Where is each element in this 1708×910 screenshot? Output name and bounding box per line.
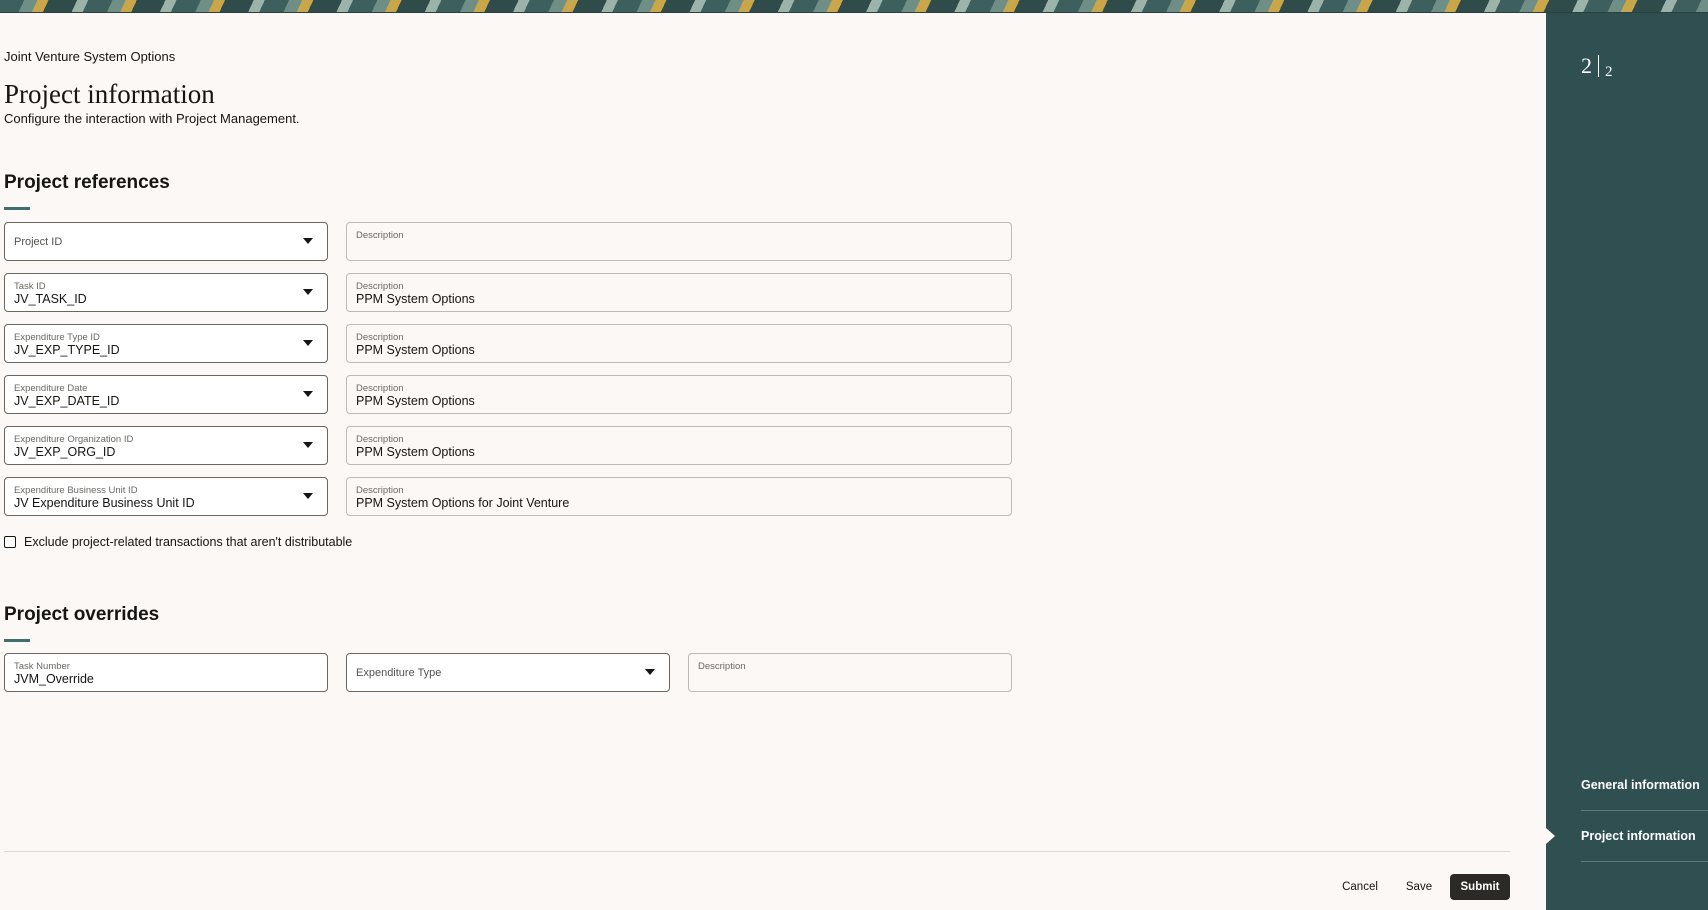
expenditure-type-id-label: Expenditure Type ID (14, 332, 100, 343)
task-number-field[interactable]: Task Number JVM_Override (4, 653, 328, 692)
description-value: PPM System Options (356, 445, 475, 459)
section-title-references: Project references (4, 172, 170, 193)
task-id-select[interactable]: Task ID JV_TASK_ID (4, 273, 328, 312)
expenditure-type-select[interactable]: Expenditure Type (346, 653, 670, 692)
expenditure-organization-description-field[interactable]: Description PPM System Options (346, 426, 1012, 465)
expenditure-organization-id-value: JV_EXP_ORG_ID (14, 445, 116, 459)
description-value: PPM System Options (356, 343, 475, 357)
section-underline (4, 207, 30, 210)
main-content: Joint Venture System Options Project inf… (0, 13, 1546, 910)
section-title-overrides: Project overrides (4, 604, 160, 625)
expenditure-business-unit-description-field[interactable]: Description PPM System Options for Joint… (346, 477, 1012, 516)
expenditure-business-unit-id-label: Expenditure Business Unit ID (14, 485, 138, 496)
description-value: PPM System Options (356, 394, 475, 408)
save-button[interactable]: Save (1398, 874, 1440, 900)
expenditure-type-description-field[interactable]: Description PPM System Options (346, 324, 1012, 363)
rail-divider (1581, 810, 1708, 811)
chevron-down-icon[interactable] (303, 442, 313, 448)
project-description-field[interactable]: Description (346, 222, 1012, 261)
task-description-field[interactable]: Description PPM System Options (346, 273, 1012, 312)
expenditure-business-unit-id-value: JV Expenditure Business Unit ID (14, 496, 195, 510)
expenditure-business-unit-id-select[interactable]: Expenditure Business Unit ID JV Expendit… (4, 477, 328, 516)
expenditure-date-value: JV_EXP_DATE_ID (14, 394, 120, 408)
expenditure-date-description-field[interactable]: Description PPM System Options (346, 375, 1012, 414)
description-value: PPM System Options for Joint Venture (356, 496, 570, 510)
total-steps: 2 (1605, 64, 1613, 80)
step-separator (1598, 55, 1599, 77)
chevron-down-icon[interactable] (303, 391, 313, 397)
footer-divider (4, 851, 1510, 852)
exclude-transactions-row[interactable]: Exclude project-related transactions tha… (4, 534, 352, 550)
description-label: Description (356, 332, 404, 343)
expenditure-date-select[interactable]: Expenditure Date JV_EXP_DATE_ID (4, 375, 328, 414)
chevron-down-icon[interactable] (303, 238, 313, 244)
exclude-transactions-checkbox[interactable] (4, 536, 16, 548)
rail-divider (1581, 861, 1708, 862)
description-label: Description (356, 434, 404, 445)
rail-item-project-information[interactable]: Project information (1581, 829, 1699, 843)
override-description-field[interactable]: Description (688, 653, 1012, 692)
task-id-label: Task ID (14, 281, 46, 292)
expenditure-type-id-value: JV_EXP_TYPE_ID (14, 343, 120, 357)
expenditure-type-id-select[interactable]: Expenditure Type ID JV_EXP_TYPE_ID (4, 324, 328, 363)
chevron-down-icon[interactable] (303, 493, 313, 499)
current-step-pointer-icon (1546, 828, 1555, 844)
expenditure-type-label: Expenditure Type (356, 667, 442, 679)
description-value: PPM System Options (356, 292, 475, 306)
expenditure-organization-id-select[interactable]: Expenditure Organization ID JV_EXP_ORG_I… (4, 426, 328, 465)
task-number-value: JVM_Override (14, 672, 94, 686)
description-label: Description (356, 281, 404, 292)
exclude-transactions-label[interactable]: Exclude project-related transactions tha… (24, 535, 352, 549)
chevron-down-icon[interactable] (645, 669, 655, 675)
description-label: Description (356, 383, 404, 394)
section-underline (4, 639, 30, 642)
train-rail: 2 2 General information Project informat… (1546, 13, 1708, 910)
project-id-select[interactable]: Project ID (4, 222, 328, 261)
rail-item-general-information[interactable]: General information (1581, 778, 1700, 792)
description-label: Description (698, 661, 746, 672)
chevron-down-icon[interactable] (303, 289, 313, 295)
current-step: 2 (1581, 53, 1592, 78)
project-id-label: Project ID (14, 236, 63, 248)
task-id-value: JV_TASK_ID (14, 292, 87, 306)
expenditure-organization-id-label: Expenditure Organization ID (14, 434, 134, 445)
description-label: Description (356, 230, 404, 241)
chevron-down-icon[interactable] (303, 340, 313, 346)
breadcrumb: Joint Venture System Options (4, 49, 176, 64)
step-counter: 2 2 (1581, 55, 1613, 80)
page-title: Project information (4, 79, 215, 109)
submit-button[interactable]: Submit (1450, 874, 1510, 900)
decorative-banner (0, 0, 1708, 13)
expenditure-date-label: Expenditure Date (14, 383, 88, 394)
description-label: Description (356, 485, 404, 496)
page-subtitle: Configure the interaction with Project M… (4, 111, 300, 126)
cancel-button[interactable]: Cancel (1334, 874, 1386, 900)
task-number-label: Task Number (14, 661, 70, 672)
